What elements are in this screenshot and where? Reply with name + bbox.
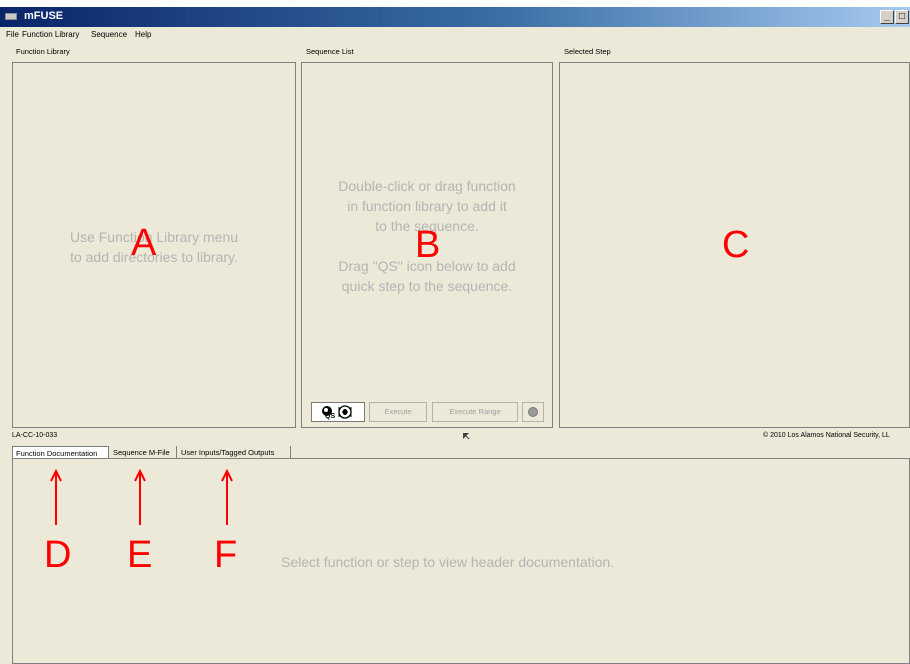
menu-bar: File Function Library Sequence Help — [0, 29, 910, 43]
record-dot-icon — [528, 407, 538, 417]
documentation-placeholder: Select function or step to view header d… — [281, 554, 615, 570]
maximize-button[interactable]: □ — [895, 10, 909, 24]
annotation-arrow-e — [134, 469, 146, 525]
annotation-f: F — [214, 534, 238, 576]
annotation-arrow-f — [221, 469, 233, 525]
menu-sequence[interactable]: Sequence — [91, 30, 127, 39]
annotation-arrow-d — [50, 469, 62, 525]
title-bar[interactable]: mFUSE _ □ — [0, 7, 910, 27]
tab-function-documentation-label: Function Documentation — [16, 449, 98, 458]
window-title: mFUSE — [24, 10, 64, 22]
qs-label: QS — [325, 413, 336, 420]
app-window: mFUSE _ □ File Function Library Sequence… — [0, 7, 910, 664]
execute-button[interactable]: Execute — [369, 402, 427, 422]
sequence-list-panel[interactable]: Double-click or drag function in functio… — [301, 62, 553, 428]
function-library-panel[interactable]: Use Function Library menu to add directo… — [12, 62, 296, 428]
menu-file[interactable]: File — [6, 30, 19, 39]
annotation-c: C — [722, 224, 750, 266]
function-library-label: Function Library — [16, 47, 70, 56]
sequence-list-label: Sequence List — [306, 47, 354, 56]
record-button[interactable] — [522, 402, 544, 422]
menu-function-library[interactable]: Function Library — [22, 30, 79, 39]
copyright-text: © 2010 Los Alamos National Security, LL — [763, 432, 890, 439]
annotation-d: D — [44, 534, 72, 576]
tab-sequence-m-file-label: Sequence M-File — [113, 448, 170, 457]
tab-user-inputs-label: User Inputs/Tagged Outputs — [181, 448, 275, 457]
app-icon — [5, 13, 17, 20]
annotation-b: B — [415, 224, 441, 266]
annotation-e: E — [127, 534, 153, 576]
execute-range-button[interactable]: Execute Range — [432, 402, 518, 422]
qs-quickstep-button[interactable]: QS — [311, 402, 365, 422]
resize-grip-icon[interactable] — [462, 432, 470, 440]
annotation-a: A — [131, 222, 157, 264]
selected-step-panel[interactable]: C — [559, 62, 910, 428]
document-id: LA-CC-10-033 — [12, 432, 58, 439]
selected-step-label: Selected Step — [564, 47, 611, 56]
minimize-button[interactable]: _ — [880, 10, 894, 24]
menu-help[interactable]: Help — [135, 30, 151, 39]
